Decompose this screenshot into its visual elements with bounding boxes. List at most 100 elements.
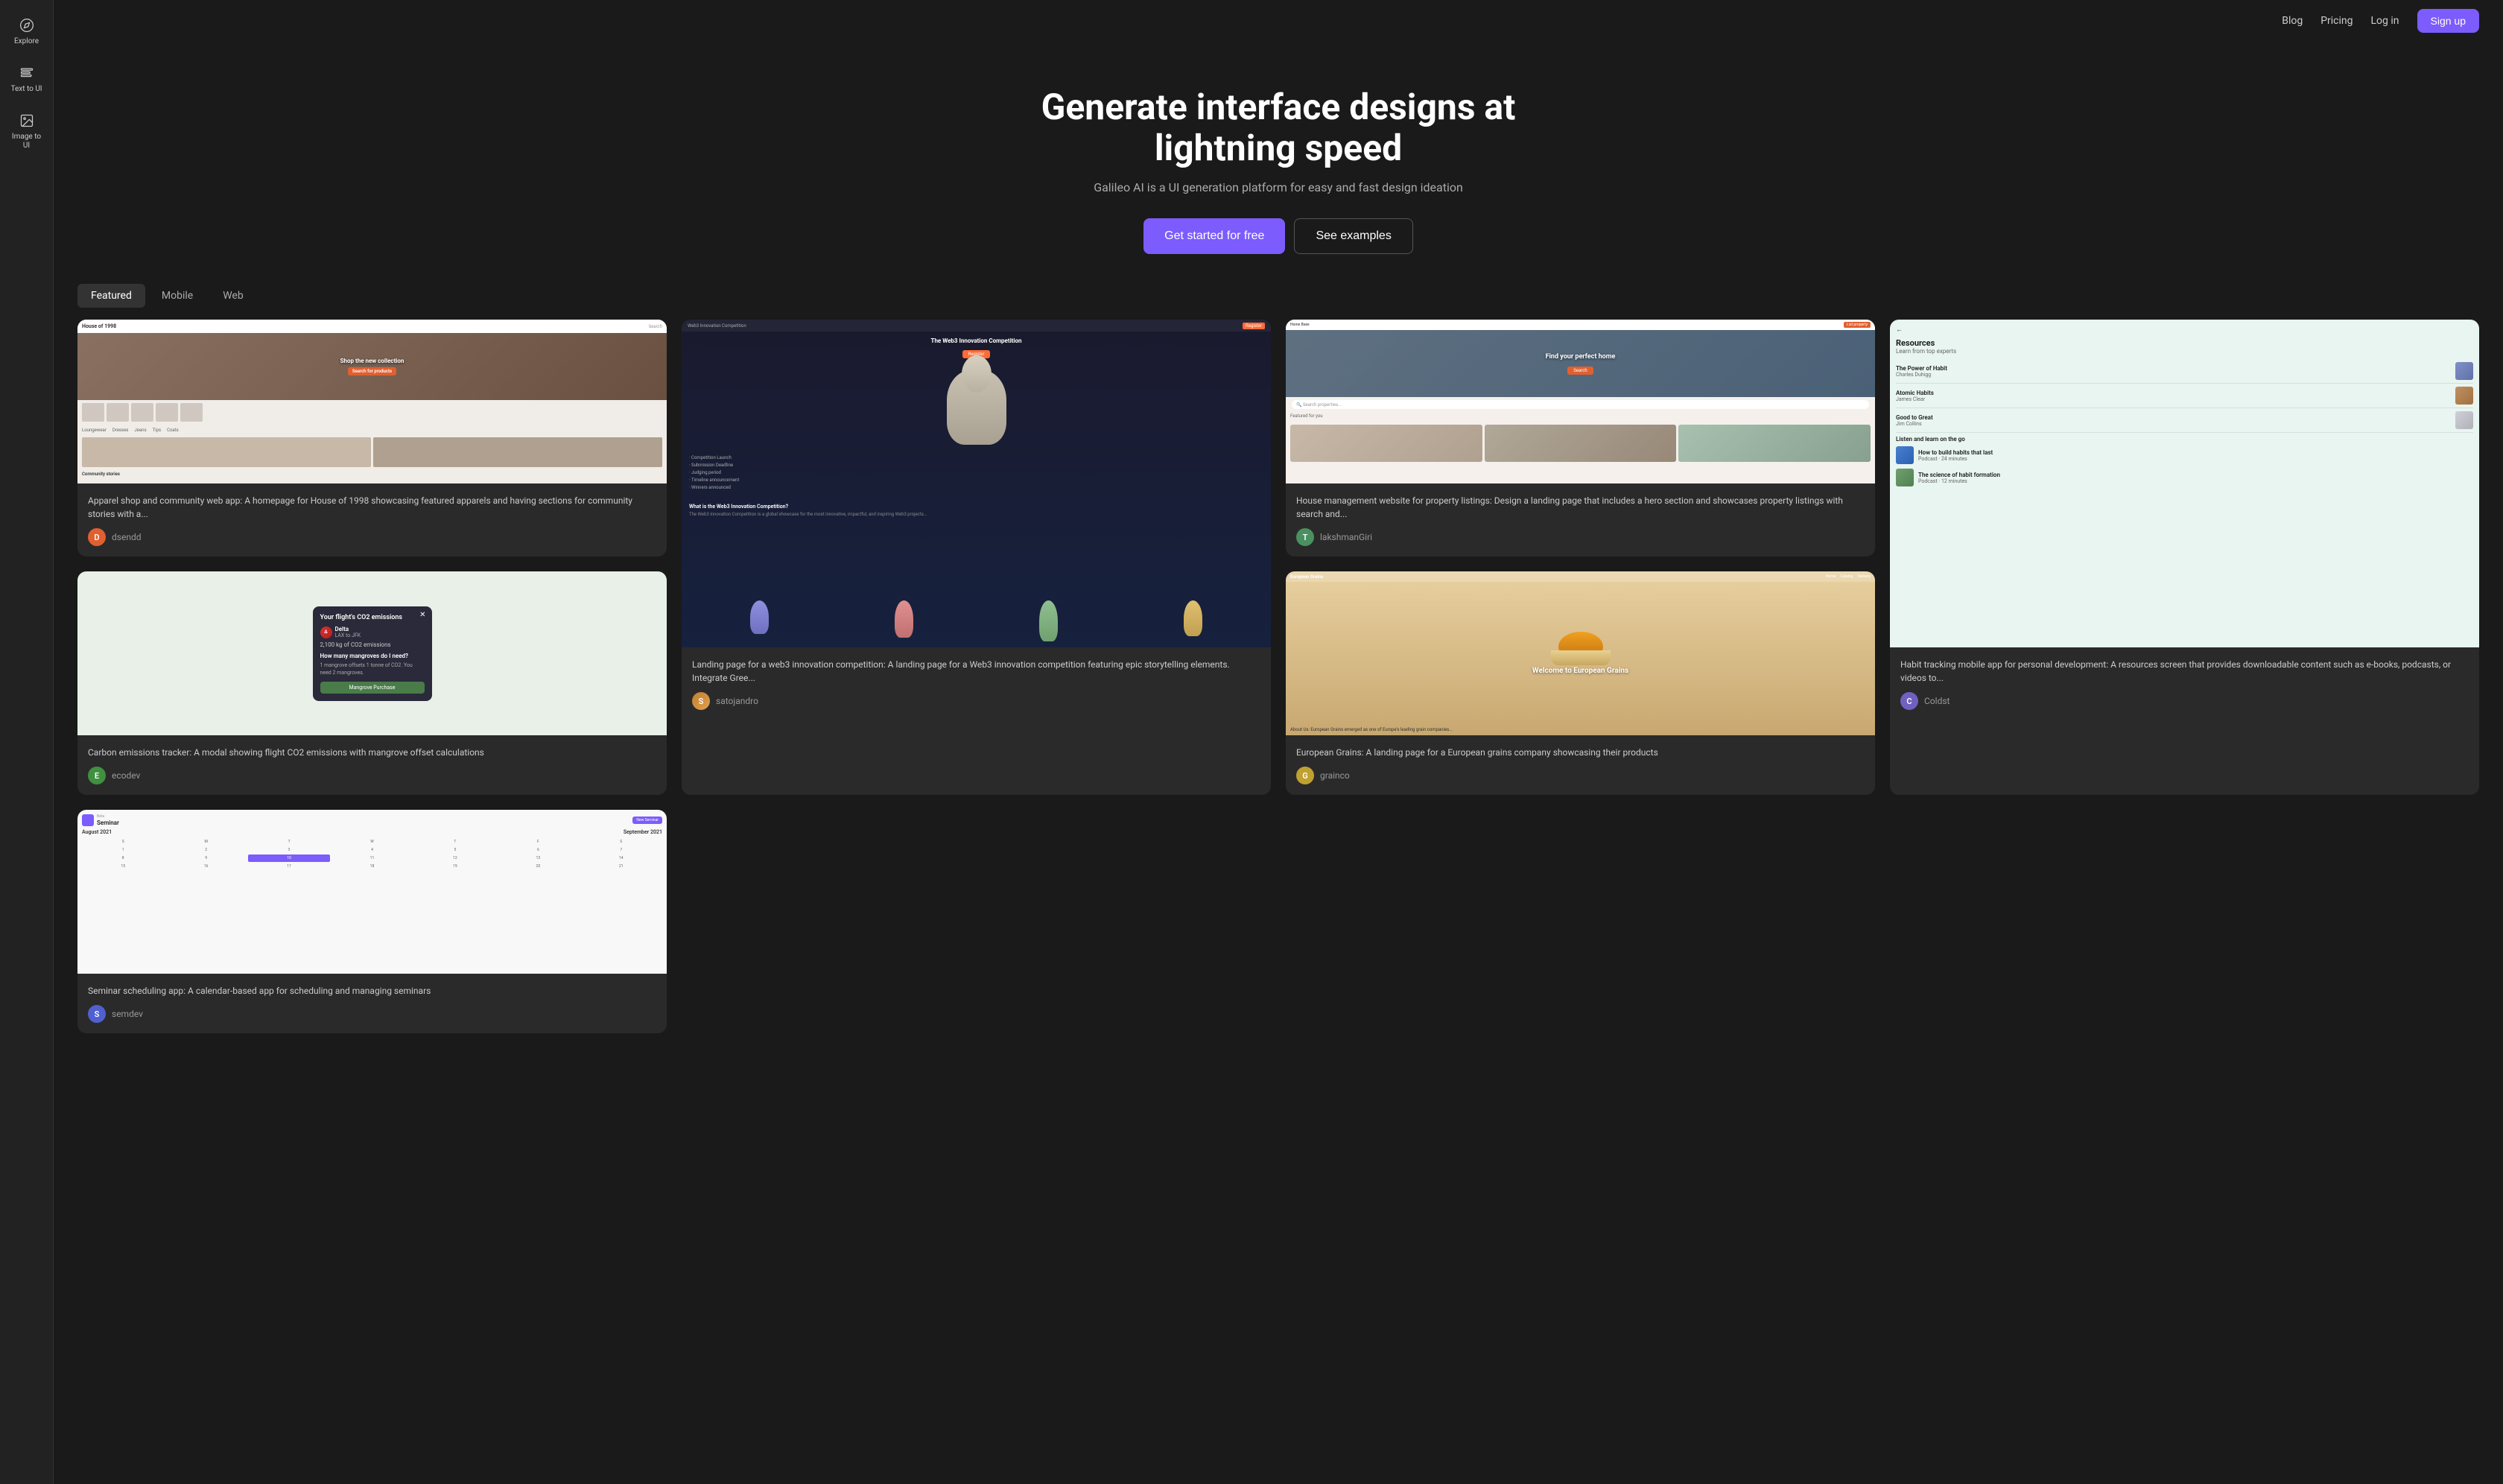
- house-hero-text: Find your perfect home Search: [1546, 353, 1616, 375]
- hero-title: Generate interface designs at lightning …: [980, 86, 1576, 168]
- cal-17: 17: [248, 863, 330, 870]
- blog-link[interactable]: Blog: [2282, 15, 2303, 27]
- resources-back: ←: [1896, 326, 2473, 334]
- house-listings: [1286, 422, 1875, 465]
- house-featured-label: Featured for you: [1286, 412, 1875, 420]
- hero-subtitle: Galileo AI is a UI generation platform f…: [77, 180, 2479, 194]
- sidebar-item-image-label: Image to UI: [9, 133, 45, 150]
- card-co2[interactable]: ✕ Your flight's CO2 emissions Δ Delta LA…: [77, 571, 667, 795]
- sidebar-item-explore[interactable]: Explore: [3, 9, 51, 54]
- grains-nav: European Grains HomeCatalogDelivery: [1286, 571, 1875, 582]
- thumb-5: [180, 403, 203, 422]
- grid-section: House of 1998 Search Shop the new collec…: [54, 320, 2503, 1057]
- pricing-link[interactable]: Pricing: [2320, 15, 2353, 27]
- card-resources[interactable]: ← Resources Learn from top experts The P…: [1890, 320, 2479, 795]
- airline-details: Delta LAX to JFK: [335, 626, 425, 638]
- tabs-section: Featured Mobile Web: [54, 284, 2503, 320]
- resource-item-great: Good to Great Jim Collins: [1896, 408, 2473, 433]
- podcast-2-meta: Podcast · 12 minutes: [1918, 478, 2000, 484]
- card-house[interactable]: Home Base List property Find your perfec…: [1286, 320, 1875, 556]
- resources-header: Resources Learn from top experts: [1896, 338, 2473, 355]
- login-link[interactable]: Log in: [2371, 15, 2399, 27]
- card-apparel-preview: House of 1998 Search Shop the new collec…: [77, 320, 667, 483]
- cal-mon: M: [165, 838, 247, 846]
- grains-field: [1551, 650, 1611, 665]
- podcast-1-text: How to build habits that last Podcast · …: [1918, 449, 1993, 462]
- cal-sat: S: [580, 838, 662, 846]
- airline-route: LAX to JFK: [335, 632, 425, 638]
- web3-mock-screen: Web3 Innovation Competition Register The…: [682, 320, 1271, 647]
- thumb-4: [156, 403, 178, 422]
- apparel-nav: House of 1998 Search: [77, 320, 667, 333]
- card-seminar-author: S semdev: [88, 1005, 656, 1023]
- card-grains[interactable]: European Grains HomeCatalogDelivery Welc…: [1286, 571, 1875, 795]
- char-3: [1039, 600, 1058, 641]
- card-co2-author: E ecodev: [88, 767, 656, 784]
- apparel-bottom-thumbs: [77, 436, 667, 469]
- card-house-body: House management website for property li…: [1286, 483, 1875, 556]
- tab-featured[interactable]: Featured: [77, 284, 145, 308]
- habit-thumb: [2455, 362, 2473, 380]
- cal-16: 16: [165, 863, 247, 870]
- apparel-author-avatar: D: [88, 528, 106, 546]
- atomic-author: James Clear: [1896, 396, 2451, 402]
- cal-12: 12: [414, 854, 496, 862]
- house-author-name: lakshmanGiri: [1320, 532, 1372, 542]
- sidebar-item-text-label: Text to UI: [10, 85, 42, 94]
- cal-6: 6: [497, 846, 579, 854]
- web3-register-badge: Register: [1243, 323, 1265, 329]
- cal-15: 15: [82, 863, 164, 870]
- podcast-2-thumb: [1896, 469, 1914, 486]
- tab-mobile[interactable]: Mobile: [148, 284, 206, 308]
- card-seminar-body: Seminar scheduling app: A calendar-based…: [77, 974, 667, 1033]
- card-resources-author: C Coldst: [1900, 692, 2469, 710]
- cal-10: 10: [248, 854, 330, 862]
- sidebar-item-image-to-ui[interactable]: Image to UI: [3, 104, 51, 158]
- house-nav: Home Base List property: [1286, 320, 1875, 330]
- card-web3[interactable]: Web3 Innovation Competition Register The…: [682, 320, 1271, 795]
- cal-19: 19: [414, 863, 496, 870]
- card-apparel-body: Apparel shop and community web app: A ho…: [77, 483, 667, 556]
- co2-question: How many mangroves do I need?: [320, 653, 425, 659]
- web3-what-is: What is the Web3 Innovation Competition?…: [682, 499, 1271, 522]
- podcast-1-thumb: [1896, 446, 1914, 464]
- resources-mock-screen: ← Resources Learn from top experts The P…: [1890, 320, 2479, 647]
- seminar-logo: [82, 814, 94, 826]
- tabs: Featured Mobile Web: [77, 284, 2479, 308]
- sidebar-item-text-to-ui[interactable]: Text to UI: [3, 57, 51, 101]
- seminar-header: Beta Seminar New Seminar: [82, 814, 662, 826]
- co2-airline-info: Δ Delta LAX to JFK: [320, 626, 425, 638]
- grains-hero: Welcome to European Grains: [1286, 582, 1875, 724]
- tab-web[interactable]: Web: [209, 284, 257, 308]
- card-co2-desc: Carbon emissions tracker: A modal showin…: [88, 746, 656, 759]
- thumb-2: [107, 403, 129, 422]
- signup-button[interactable]: Sign up: [2417, 9, 2479, 33]
- listing-1: [1290, 425, 1482, 462]
- see-examples-button[interactable]: See examples: [1294, 218, 1412, 254]
- co2-modal-title: Your flight's CO2 emissions: [320, 614, 425, 621]
- get-started-button[interactable]: Get started for free: [1143, 218, 1285, 254]
- podcast-2-text: The science of habit formation Podcast ·…: [1918, 472, 2000, 484]
- cal-sun: S: [82, 838, 164, 846]
- thumb-1: [82, 403, 104, 422]
- cal-1: 1: [82, 846, 164, 854]
- card-seminar-preview: Beta Seminar New Seminar August 2021 Sep…: [77, 810, 667, 974]
- card-apparel[interactable]: House of 1998 Search Shop the new collec…: [77, 320, 667, 556]
- card-resources-body: Habit tracking mobile app for personal d…: [1890, 647, 2479, 720]
- grains-headline: Welcome to European Grains: [1532, 667, 1628, 675]
- topnav: Blog Pricing Log in Sign up: [54, 0, 2503, 42]
- card-seminar[interactable]: Beta Seminar New Seminar August 2021 Sep…: [77, 810, 667, 1033]
- card-grains-body: European Grains: A landing page for a Eu…: [1286, 735, 1875, 795]
- apparel-hero-image: Shop the new collection Search for produ…: [77, 333, 667, 400]
- resource-great-text: Good to Great Jim Collins: [1896, 414, 2451, 427]
- card-resources-desc: Habit tracking mobile app for personal d…: [1900, 658, 2469, 685]
- great-author: Jim Collins: [1896, 421, 2451, 427]
- apparel-thumbnails: [77, 400, 667, 425]
- airline-name: Delta: [335, 626, 425, 632]
- house-search: 🔍 Search properties...: [1292, 400, 1869, 409]
- cal-3: 3: [248, 846, 330, 854]
- cal-13: 13: [497, 854, 579, 862]
- podcast-1-meta: Podcast · 24 minutes: [1918, 456, 1993, 462]
- co2-cta-button[interactable]: Mangrove Purchase: [320, 682, 425, 694]
- card-house-desc: House management website for property li…: [1296, 494, 1865, 521]
